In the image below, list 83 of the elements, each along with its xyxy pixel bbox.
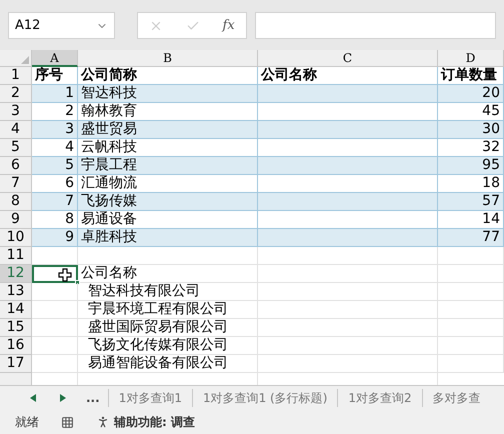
row-header[interactable]: 2 [0,85,32,103]
sheet-tab[interactable]: 1对多查询2 [337,389,414,407]
row-header[interactable]: 9 [0,211,32,229]
table-cell: 8 [32,211,78,229]
table-cell: 9 [32,229,78,247]
table-cell: 4 [32,139,78,157]
table-cell: 翰林教育 [78,103,258,121]
table-cell: 飞扬传媒 [78,193,258,211]
table-cell: 汇通物流 [78,175,258,193]
more-sheets-button[interactable]: ... [86,389,100,407]
sheet-grid-icon[interactable] [61,416,74,428]
previous-sheet-icon[interactable] [30,394,36,402]
row-header[interactable]: 8 [0,193,32,211]
status-text: 就绪 [15,414,39,431]
table-cell: 盛世贸易 [78,121,258,139]
table-cell [438,265,504,283]
table-cell: 32 [438,139,504,157]
row-header[interactable]: 11 [0,247,32,265]
table-cell [32,355,78,373]
table-cell [32,319,78,337]
row-header[interactable]: 3 [0,103,32,121]
table-cell: 1 [32,85,78,103]
table-cell [438,283,504,301]
table-cell [438,247,504,265]
row-header[interactable]: 7 [0,175,32,193]
table-cell: 盛世国际贸易有限公司 [78,319,258,337]
table-cell: 智达科技 [78,85,258,103]
table-cell [32,337,78,355]
row-header[interactable]: 4 [0,121,32,139]
table-cell: 7 [32,193,78,211]
table-cell: 3 [32,121,78,139]
table-cell [32,283,78,301]
table-cell: 95 [438,157,504,175]
row-header[interactable]: 10 [0,229,32,247]
table-cell: 云帆科技 [78,139,258,157]
table-cell: 6 [32,175,78,193]
table-cell [32,301,78,319]
cursor-icon [58,268,72,282]
row-header[interactable]: 5 [0,139,32,157]
row-header[interactable]: 12 [0,265,32,283]
table-cell: 飞扬文化传媒有限公司 [78,337,258,355]
column-header[interactable]: D [438,50,504,67]
insert-function-button[interactable]: fx [222,16,235,36]
column-header[interactable]: B [78,50,258,67]
table-cell: 公司名称 [78,265,258,283]
table-cell: 14 [438,211,504,229]
table-cell: 5 [32,157,78,175]
row-header[interactable]: 13 [0,283,32,301]
table-cell [438,337,504,355]
table-cell [32,247,78,265]
table-cell: 77 [438,229,504,247]
row-header[interactable]: 14 [0,301,32,319]
sheet-tab[interactable]: 多对多查 [422,389,483,407]
table-cell: 30 [438,121,504,139]
table-cell: 20 [438,85,504,103]
name-box[interactable]: A12 [8,12,115,39]
table-cell [438,355,504,373]
table-cell: 卓胜科技 [78,229,258,247]
table-cell: 45 [438,103,504,121]
row-header[interactable]: 6 [0,157,32,175]
sheet-tab[interactable]: 1对多查询1 [108,389,184,407]
table-cell: 易通智能设备有限公司 [78,355,258,373]
table-cell [438,301,504,319]
table-cell: 18 [438,175,504,193]
column-header[interactable]: A [32,50,78,67]
table-cell [438,319,504,337]
selected-cell[interactable] [32,265,78,283]
column-header[interactable]: C [258,50,438,67]
table-cell: 易通设备 [78,211,258,229]
next-sheet-icon[interactable] [60,394,66,402]
row-header[interactable]: 1 [0,67,32,85]
formula-input[interactable] [255,12,496,39]
row-header[interactable]: 16 [0,337,32,355]
table-cell: 宇晨工程 [78,157,258,175]
table-cell: 宇晨环境工程有限公司 [78,301,258,319]
row-header[interactable]: 15 [0,319,32,337]
accessibility-status[interactable]: 辅助功能: 调查 [114,413,195,431]
table-cell: 57 [438,193,504,211]
table-cell: 智达科技有限公司 [78,283,258,301]
row-header[interactable]: 17 [0,355,32,373]
accessibility-icon[interactable] [96,415,110,429]
table-cell: 2 [32,103,78,121]
sheet-tab[interactable]: 1对多查询1 (多行标题) [192,389,330,407]
